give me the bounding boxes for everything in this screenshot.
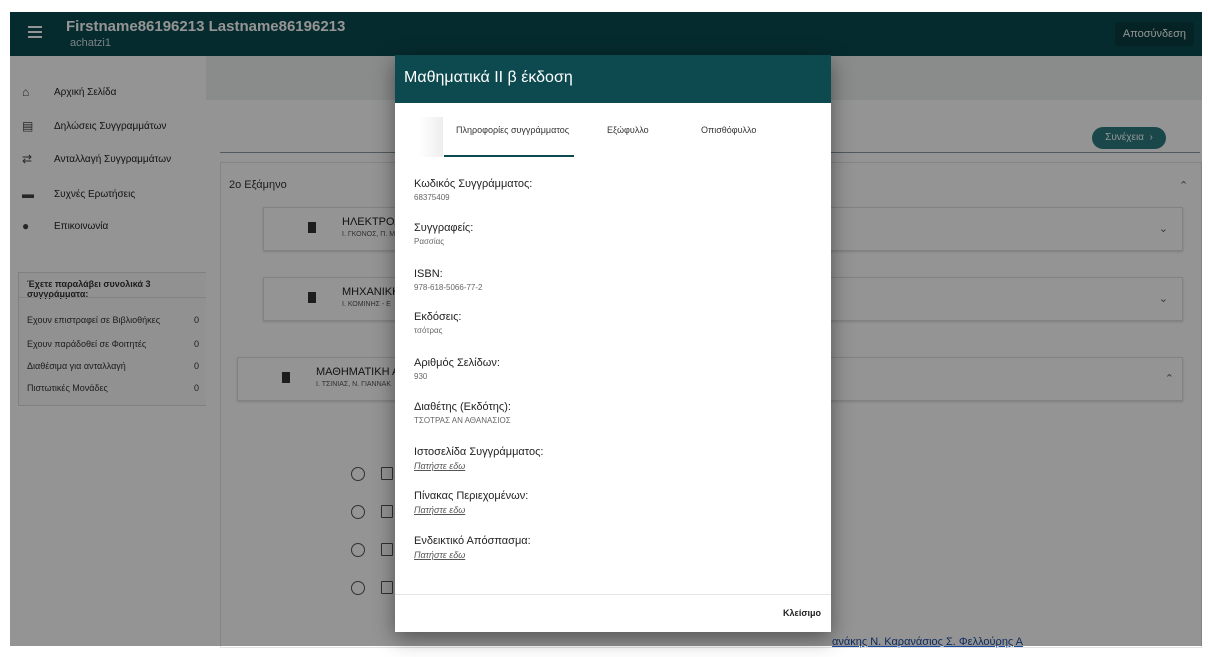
field-table-of-contents: Πίνακας Περιεχομένων: Πατήστε εδω [414,490,528,515]
field-label: Ιστοσελίδα Συγγράμματος: [414,446,544,458]
field-excerpt: Ενδεικτικό Απόσπασμα: Πατήστε εδω [414,535,531,560]
field-label: ISBN: [414,268,443,280]
field-value: 930 [414,372,428,381]
field-value: 978-618-5066-77-2 [414,283,483,292]
field-isbn: ISBN: 978-618-5066-77-2 [414,268,483,292]
book-info-dialog: Μαθηματικά ΙΙ β έκδοση Πληροφορίες συγγρ… [395,55,831,632]
field-label: Εκδόσεις: [414,311,462,323]
tab-back-cover[interactable]: Οπισθόφυλλο [701,125,756,135]
field-authors: Συγγραφείς: Ρασσίας [414,222,473,246]
dialog-header: Μαθηματικά ΙΙ β έκδοση [395,55,831,103]
field-value: τσότρας [414,326,443,335]
toc-link[interactable]: Πατήστε εδω [414,505,528,515]
close-button[interactable]: Κλείσιμο [783,608,821,618]
field-book-code: Κωδικός Συγγράμματος: 68375409 [414,178,532,202]
field-value: 68375409 [414,193,450,202]
dialog-footer: Κλείσιμο [395,594,831,633]
field-label: Συγγραφείς: [414,222,474,234]
field-website: Ιστοσελίδα Συγγράμματος: Πατήστε εδω [414,446,543,471]
tab-book-info[interactable]: Πληροφορίες συγγράμματος [456,125,569,135]
field-value: ΤΣΟΤΡΑΣ ΑΝ ΑΘΑΝΑΣΙΟΣ [414,416,511,425]
website-link[interactable]: Πατήστε εδω [414,461,543,471]
field-pages: Αριθμός Σελίδων: 930 [414,357,500,381]
tab-scroll-shadow [419,117,443,157]
excerpt-link[interactable]: Πατήστε εδω [414,550,531,560]
field-label: Ενδεικτικό Απόσπασμα: [414,535,531,547]
field-label: Αριθμός Σελίδων: [414,357,500,369]
tab-front-cover[interactable]: Εξώφυλλο [607,125,649,135]
field-publisher: Διαθέτης (Εκδότης): ΤΣΟΤΡΑΣ ΑΝ ΑΘΑΝΑΣΙΟΣ [414,401,511,425]
field-editions: Εκδόσεις: τσότρας [414,311,461,335]
field-label: Κωδικός Συγγράμματος: [414,178,533,190]
active-tab-indicator [444,155,574,157]
field-value: Ρασσίας [414,237,445,246]
dialog-title: Μαθηματικά ΙΙ β έκδοση [404,69,573,86]
field-label: Διαθέτης (Εκδότης): [414,401,511,413]
dialog-tabs: Πληροφορίες συγγράμματος Εξώφυλλο Οπισθό… [395,103,831,159]
field-label: Πίνακας Περιεχομένων: [414,490,529,502]
